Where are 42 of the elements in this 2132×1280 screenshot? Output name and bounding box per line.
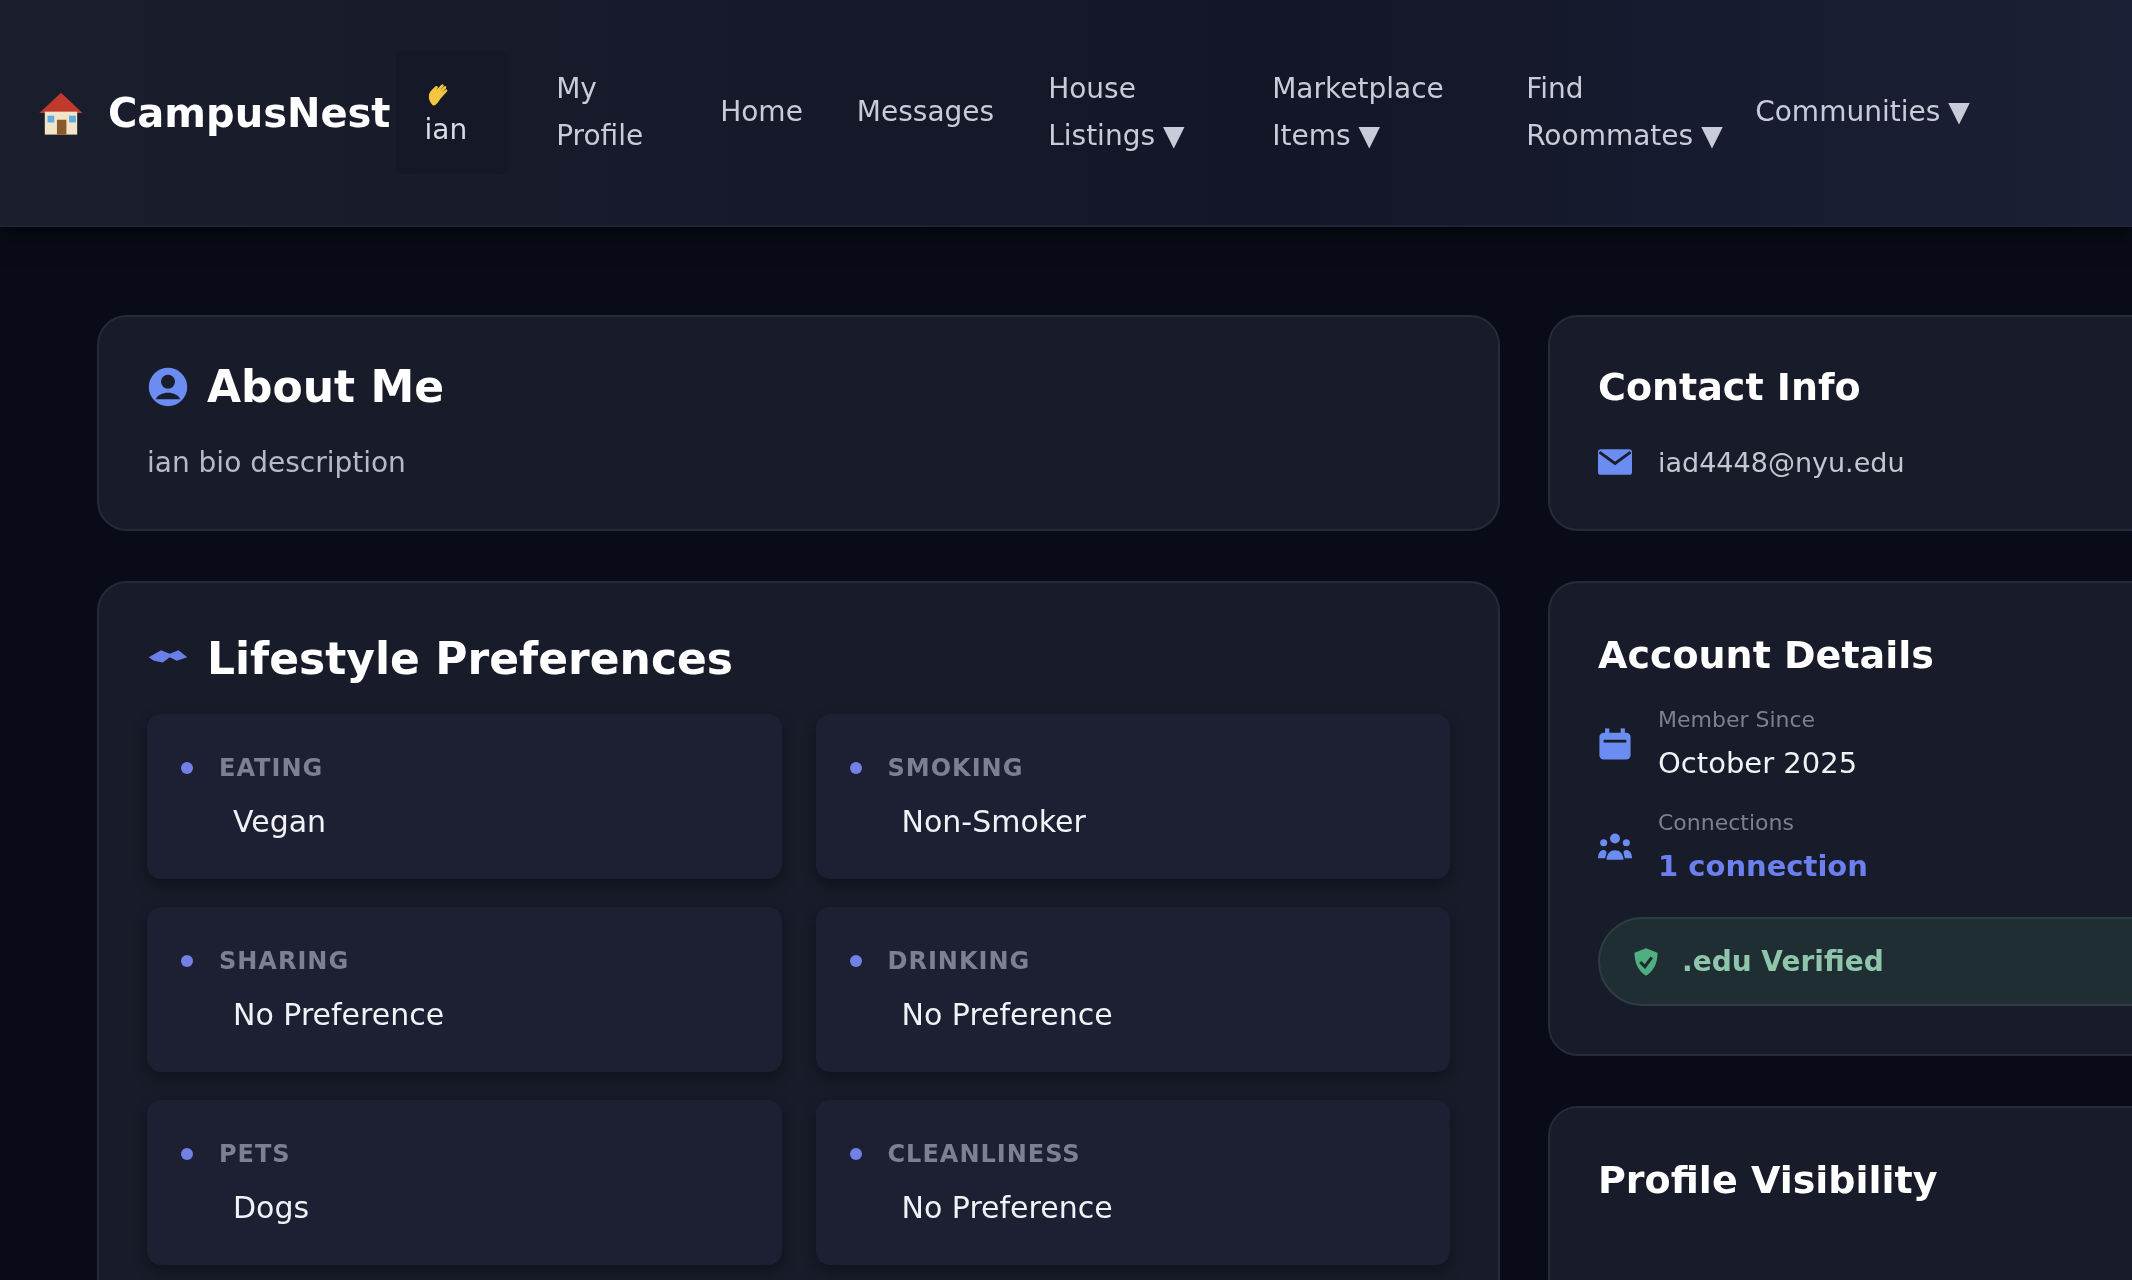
user-circle-icon bbox=[147, 365, 189, 408]
detail-label: Connections bbox=[1658, 810, 1795, 835]
card-title: Profile Visibility bbox=[1598, 1158, 1939, 1202]
nav-link[interactable]: House Listings ▼ bbox=[1021, 66, 1246, 159]
email-text: iad4448@nyu.edu bbox=[1658, 446, 1905, 478]
card-title: Contact Info bbox=[1598, 365, 1862, 409]
preference-label: CLEANLINESS bbox=[887, 1140, 1081, 1168]
preference-label: DRINKING bbox=[887, 947, 1031, 975]
preference-value: No Preference bbox=[233, 997, 446, 1032]
preference-value: No Preference bbox=[901, 997, 1114, 1032]
bullet-dot bbox=[849, 1148, 862, 1160]
card-title: Account Details bbox=[1598, 633, 1935, 677]
bio-text: ian bio description bbox=[147, 446, 407, 479]
bullet-dot bbox=[181, 1148, 193, 1160]
preference-label: SHARING bbox=[219, 947, 350, 975]
nav-link[interactable]: Communities ▼ bbox=[1728, 89, 1973, 136]
card-title: About Me bbox=[207, 361, 445, 412]
calendar-icon bbox=[1598, 726, 1632, 761]
bullet-dot bbox=[181, 762, 193, 774]
preference-label: PETS bbox=[219, 1140, 291, 1168]
bullet-dot bbox=[849, 762, 862, 774]
preference-value: Dogs bbox=[233, 1190, 311, 1225]
nav-link[interactable]: My Profile bbox=[529, 66, 694, 159]
preference-label: EATING bbox=[219, 754, 324, 782]
connections-link[interactable]: 1 connection bbox=[1658, 849, 1868, 883]
bullet-dot bbox=[181, 955, 193, 967]
preference-value: Vegan bbox=[233, 804, 328, 839]
preference-value: Non-Smoker bbox=[901, 804, 1087, 839]
shield-check-icon bbox=[1632, 946, 1660, 977]
user-chip[interactable]: ian bbox=[396, 51, 510, 174]
verified-badge: .edu Verified bbox=[1598, 917, 2132, 1006]
detail-value: October 2025 bbox=[1658, 746, 1858, 780]
detail-label: Member Since bbox=[1658, 707, 1817, 732]
preference-value: No Preference bbox=[901, 1190, 1114, 1225]
nav-link[interactable]: Marketplace Items ▼ bbox=[1245, 66, 1500, 159]
brand-link[interactable]: CampusNest bbox=[34, 85, 391, 140]
card-title: Lifestyle Preferences bbox=[207, 633, 733, 684]
bullet-dot bbox=[849, 955, 862, 967]
nav-link[interactable]: Find Roommates ▼ bbox=[1499, 66, 1729, 159]
preference-label: SMOKING bbox=[887, 754, 1024, 782]
nav-link[interactable]: Home bbox=[693, 89, 830, 136]
nav-link[interactable]: Messages bbox=[829, 89, 1022, 136]
